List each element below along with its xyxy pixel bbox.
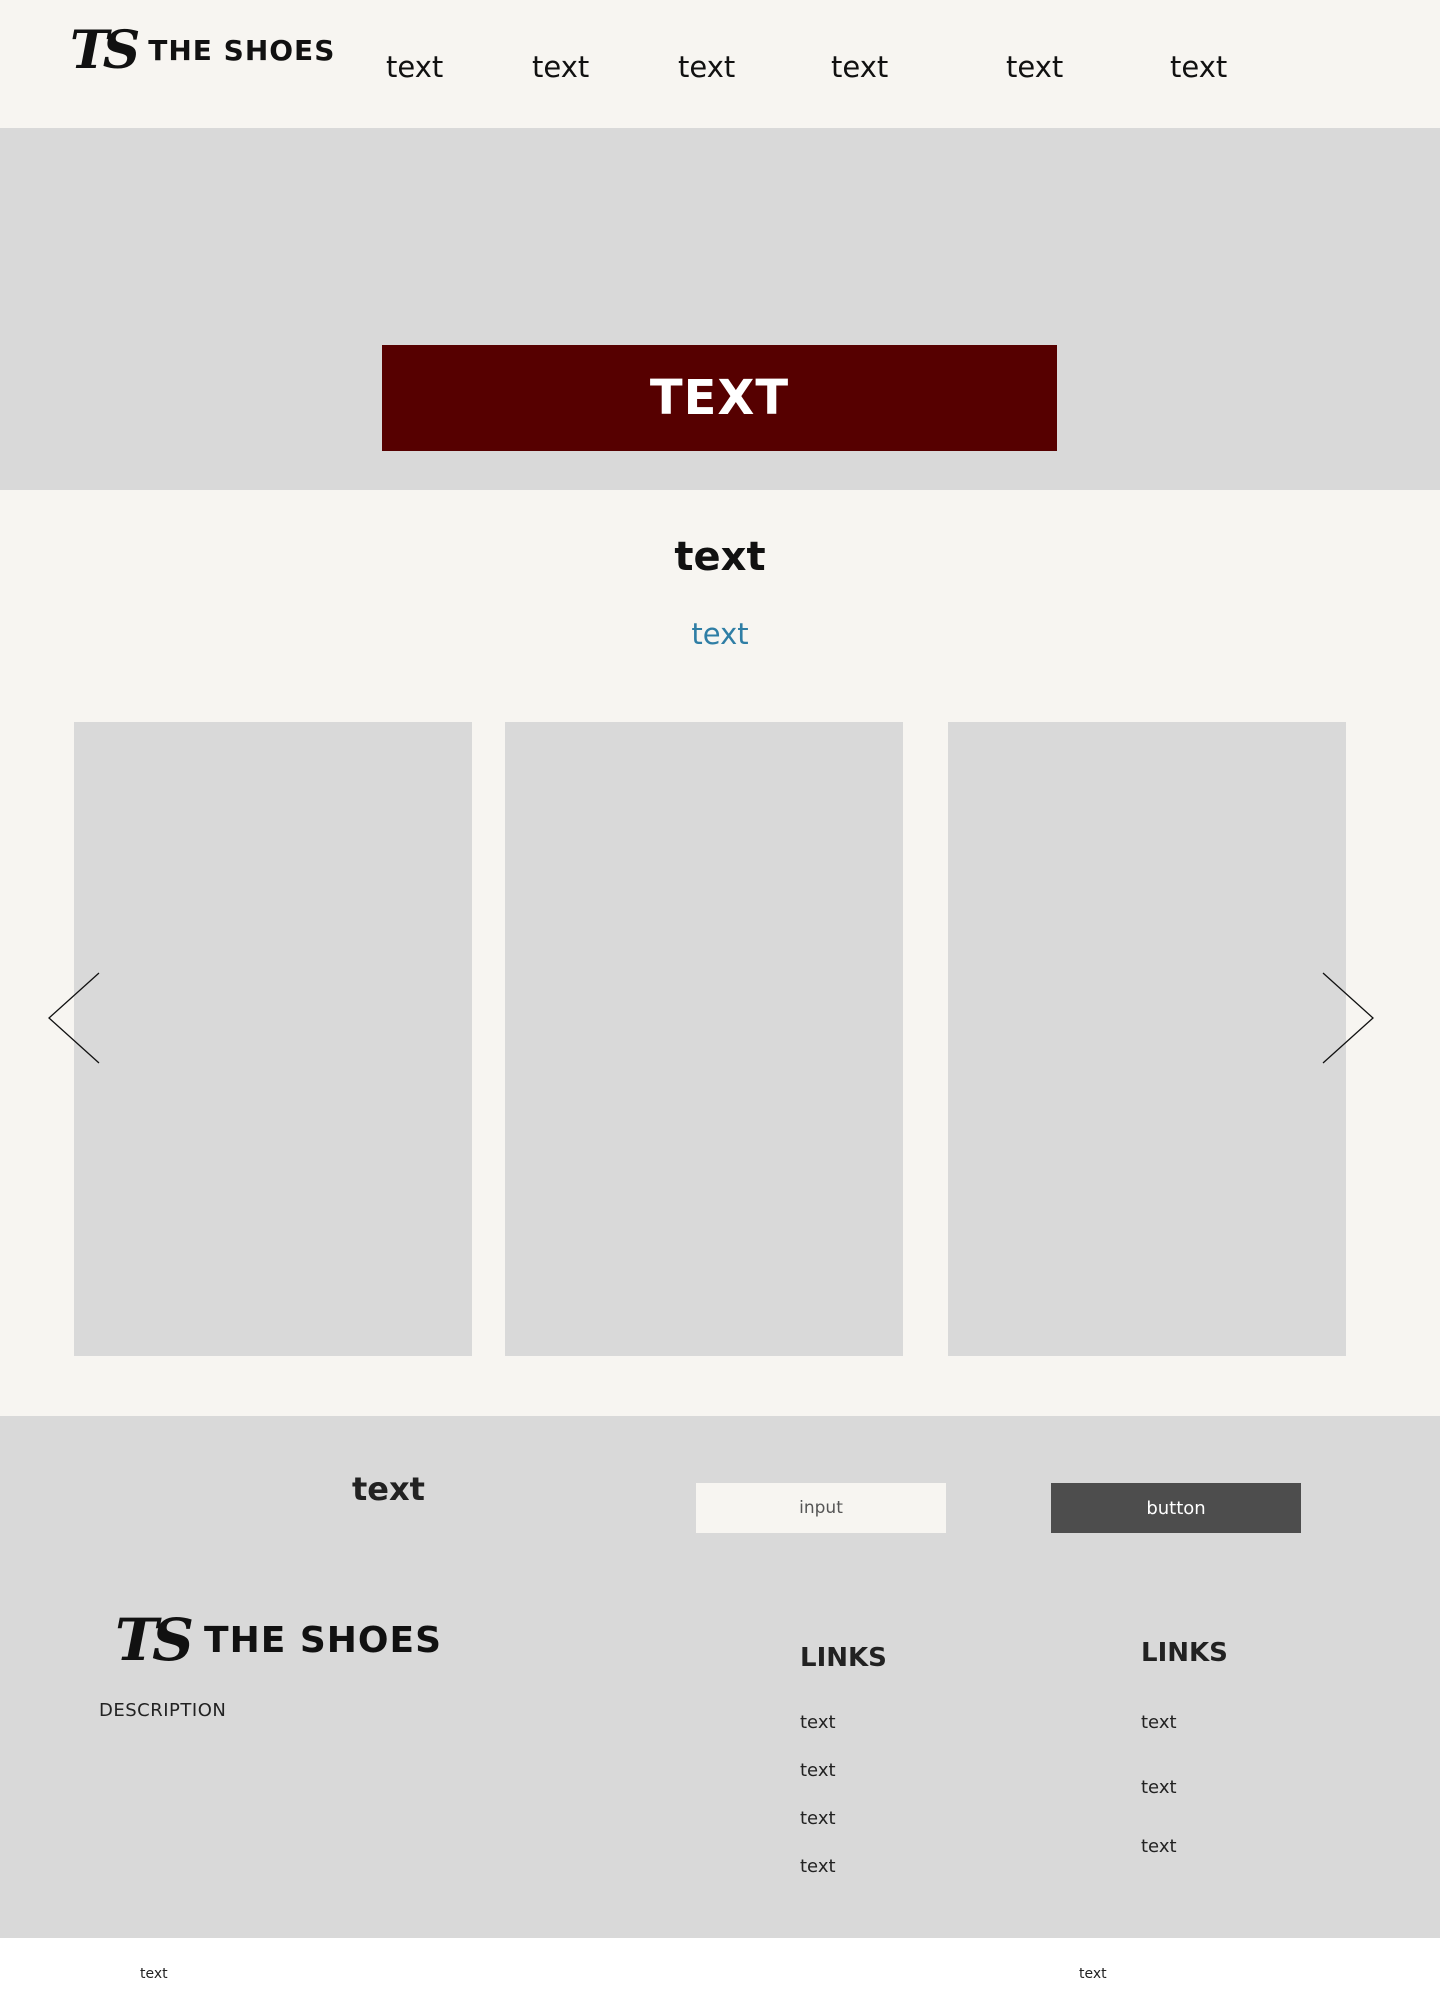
footer-link[interactable]: text: [1141, 1712, 1177, 1733]
links-heading-2: LINKS: [1141, 1638, 1228, 1668]
product-card-2[interactable]: [505, 722, 903, 1356]
chevron-right-icon[interactable]: [1318, 968, 1378, 1068]
nav-item-2[interactable]: text: [532, 50, 589, 84]
footer-brand-name: THE SHOES: [204, 1619, 443, 1661]
footer-description: DESCRIPTION: [99, 1700, 227, 1721]
nav-item-6[interactable]: text: [1170, 50, 1227, 84]
brand-name: THE SHOES: [148, 34, 336, 67]
hero-banner: TEXT: [0, 128, 1440, 490]
section-title: text: [674, 534, 766, 580]
section-subtitle[interactable]: text: [0, 617, 1440, 651]
footer-logo-mark: TS: [115, 1606, 194, 1674]
nav-item-3[interactable]: text: [678, 50, 735, 84]
footer-link[interactable]: text: [800, 1760, 836, 1781]
newsletter-button[interactable]: button: [1051, 1483, 1301, 1533]
logo-mark: TS: [70, 20, 140, 81]
nav-item-4[interactable]: text: [831, 50, 888, 84]
chevron-left-icon[interactable]: [44, 968, 104, 1068]
newsletter-title: text: [352, 1470, 425, 1508]
bottom-bar-left-text: text: [140, 1966, 168, 1982]
hero-cta-button[interactable]: TEXT: [382, 345, 1057, 451]
header-logo[interactable]: TS THE SHOES: [70, 20, 335, 81]
nav-item-5[interactable]: text: [1006, 50, 1063, 84]
footer-link[interactable]: text: [800, 1808, 836, 1829]
product-card-3[interactable]: [948, 722, 1346, 1356]
site-footer: text button TS THE SHOES DESCRIPTION LIN…: [0, 1416, 1440, 1938]
product-section: text text: [0, 490, 1440, 1416]
footer-link[interactable]: text: [800, 1712, 836, 1733]
bottom-bar-right-text: text: [1079, 1966, 1107, 1982]
footer-link[interactable]: text: [1141, 1777, 1177, 1798]
product-card-1[interactable]: [74, 722, 472, 1356]
footer-link[interactable]: text: [800, 1856, 836, 1877]
links-heading-1: LINKS: [800, 1643, 887, 1673]
newsletter-input[interactable]: [696, 1483, 946, 1533]
site-header: TS THE SHOES text text text text text te…: [0, 0, 1440, 128]
nav-item-1[interactable]: text: [386, 50, 443, 84]
footer-link[interactable]: text: [1141, 1836, 1177, 1857]
footer-logo[interactable]: TS THE SHOES: [115, 1606, 442, 1674]
